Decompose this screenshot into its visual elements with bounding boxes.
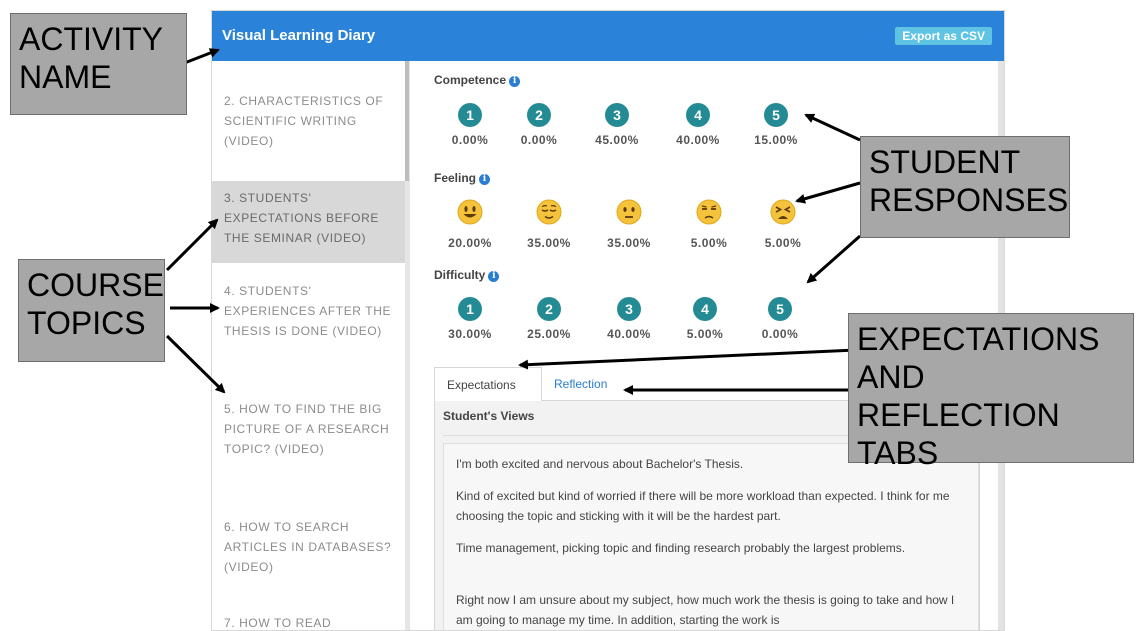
difficulty-percent: 0.00% [761, 327, 799, 341]
feeling-percent: 5.00% [764, 236, 802, 250]
difficulty-percent: 5.00% [686, 327, 724, 341]
tab-reflection[interactable]: Reflection [542, 367, 642, 401]
difficulty-heading: Difficulty i [434, 268, 500, 282]
competence-level-circle: 5 [764, 103, 788, 127]
neutral-face-icon [616, 199, 642, 225]
student-view-entry: Kind of excited but kind of worried if t… [456, 489, 950, 523]
difficulty-percent: 25.00% [527, 327, 571, 341]
student-view-entry: Right now I am unsure about my subject, … [456, 593, 955, 627]
info-icon[interactable]: i [488, 271, 500, 282]
difficulty-level-circle: 2 [537, 297, 561, 321]
tab-expectations[interactable]: Expectations [434, 367, 542, 401]
feeling-heading: Feeling i [434, 171, 491, 185]
feeling-option: 5.00% [753, 199, 813, 250]
competence-option: 3 45.00% [587, 103, 647, 147]
course-topics-callout: COURSE TOPICS [18, 259, 165, 362]
feeling-percent: 35.00% [607, 236, 651, 250]
difficulty-option: 4 5.00% [675, 297, 735, 341]
activity-title: Visual Learning Diary [222, 27, 376, 44]
export-csv-button[interactable]: Export as CSV [895, 27, 992, 45]
app-header: Visual Learning Diary Export as CSV [212, 11, 1004, 61]
difficulty-option: 1 30.00% [440, 297, 500, 341]
difficulty-percent: 40.00% [607, 327, 651, 341]
competence-percent: 45.00% [595, 133, 639, 147]
competence-option: 2 0.00% [509, 103, 569, 147]
sidebar-item-big-picture[interactable]: 5. HOW TO FIND THE BIG PICTURE OF A RESE… [212, 399, 405, 459]
students-views-title: Student's Views [443, 409, 535, 423]
sidebar-item-search-articles[interactable]: 6. HOW TO SEARCH ARTICLES IN DATABASES? … [212, 517, 405, 577]
competence-title: Competence [434, 73, 507, 87]
competence-percent: 15.00% [754, 133, 798, 147]
competence-level-circle: 3 [605, 103, 629, 127]
feeling-percent: 35.00% [527, 236, 571, 250]
difficulty-title: Difficulty [434, 268, 486, 282]
info-icon[interactable]: i [479, 174, 491, 185]
competence-percent: 40.00% [676, 133, 720, 147]
competence-option: 4 40.00% [668, 103, 728, 147]
grinning-face-icon [457, 199, 483, 225]
sidebar-item-scientific-writing[interactable]: 2. CHARACTERISTICS OF SCIENTIFIC WRITING… [212, 91, 405, 151]
difficulty-option: 3 40.00% [599, 297, 659, 341]
difficulty-level-circle: 3 [617, 297, 641, 321]
competence-option: 5 15.00% [746, 103, 806, 147]
info-icon[interactable]: i [509, 76, 521, 87]
feeling-title: Feeling [434, 171, 477, 185]
student-view-entry: Time management, picking topic and findi… [456, 541, 906, 555]
student-responses-callout: STUDENT RESPONSES [860, 136, 1070, 238]
competence-level-circle: 4 [686, 103, 710, 127]
activity-name-callout: ACTIVITY NAME [10, 13, 187, 115]
difficulty-level-circle: 5 [768, 297, 792, 321]
tabs-callout: EXPECTATIONS AND REFLECTION TABS [848, 313, 1134, 471]
sidebar-item-students-experiences[interactable]: 4. STUDENTS' EXPERIENCES AFTER THE THESI… [212, 281, 405, 341]
competence-level-circle: 2 [527, 103, 551, 127]
tired-face-icon [770, 199, 796, 225]
feeling-option: 5.00% [679, 199, 739, 250]
difficulty-option: 2 25.00% [519, 297, 579, 341]
difficulty-percent: 30.00% [448, 327, 492, 341]
feeling-option: 35.00% [519, 199, 579, 250]
competence-heading: Competence i [434, 73, 521, 87]
sidebar-item-read-articles[interactable]: 7. HOW TO READ SCIENTIFIC ARTICLES [212, 613, 405, 630]
difficulty-level-circle: 4 [693, 297, 717, 321]
relieved-face-icon [536, 199, 562, 225]
competence-percent: 0.00% [451, 133, 489, 147]
competence-percent: 0.00% [520, 133, 558, 147]
competence-level-circle: 1 [458, 103, 482, 127]
difficulty-level-circle: 1 [458, 297, 482, 321]
feeling-percent: 20.00% [448, 236, 492, 250]
feeling-option: 20.00% [440, 199, 500, 250]
difficulty-option: 5 0.00% [750, 297, 810, 341]
course-topics-sidebar: 2. CHARACTERISTICS OF SCIENTIFIC WRITING… [212, 61, 407, 630]
arrow-course-topic-3 [165, 218, 219, 272]
feeling-percent: 5.00% [690, 236, 728, 250]
unamused-face-icon [696, 199, 722, 225]
feeling-option: 35.00% [599, 199, 659, 250]
competence-option: 1 0.00% [440, 103, 500, 147]
sidebar-item-students-expectations[interactable]: 3. STUDENTS' EXPECTATIONS BEFORE THE SEM… [212, 181, 405, 263]
